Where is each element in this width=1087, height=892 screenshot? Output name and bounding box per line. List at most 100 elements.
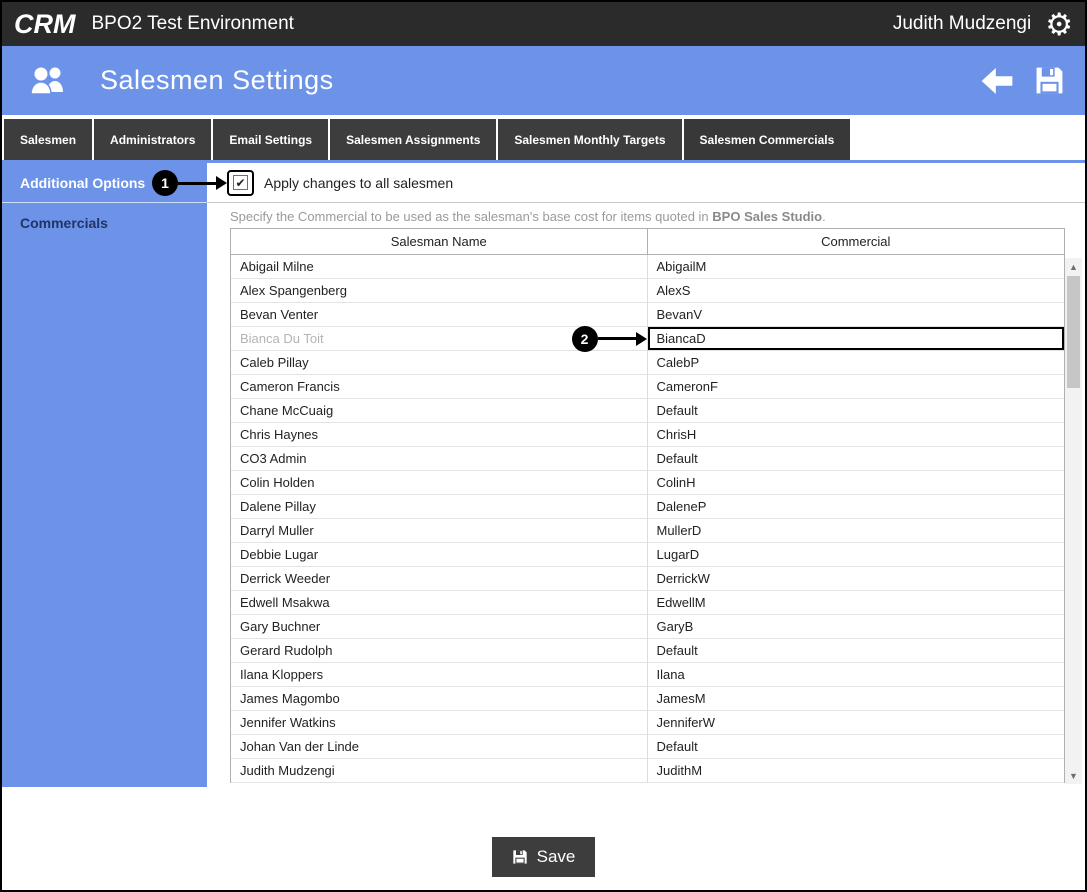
back-arrow-icon[interactable]	[980, 67, 1014, 94]
main-panel: ✔ Apply changes to all salesmen Specify …	[207, 163, 1085, 787]
salesman-name-cell: Alex Spangenberg	[231, 279, 648, 302]
salesman-name-cell: Dalene Pillay	[231, 495, 648, 518]
salesmen-table-body: Abigail Milne AbigailM Alex Spangenberg Ale…	[231, 255, 1064, 783]
table-row: James Magombo JamesM	[231, 687, 1064, 711]
table-row: Colin Holden ColinH	[231, 471, 1064, 495]
table-row: Abigail Milne AbigailM	[231, 255, 1064, 279]
annotation-badge-1: 1	[152, 170, 178, 196]
app-window: CRM BPO2 Test Environment Judith Mudzeng…	[0, 0, 1087, 892]
tab-salesmen-commercials[interactable]: Salesmen Commercials	[683, 119, 851, 160]
salesman-name-cell: Jennifer Watkins	[231, 711, 648, 734]
table-row: Ilana Kloppers Ilana	[231, 663, 1064, 687]
additional-options-row: ✔ Apply changes to all salesmen	[207, 163, 1085, 203]
description-bold: BPO Sales Studio	[712, 209, 823, 224]
scrollbar-track[interactable]	[1065, 388, 1082, 767]
commercial-cell[interactable]: MullerD	[648, 519, 1065, 542]
commercial-cell[interactable]: JudithM	[648, 759, 1065, 782]
commercial-cell[interactable]: CalebP	[648, 351, 1065, 374]
salesman-name-cell: Chris Haynes	[231, 423, 648, 446]
description-text: Specify the Commercial to be used as the…	[230, 209, 713, 224]
commercial-cell[interactable]: AlexS	[648, 279, 1065, 302]
vertical-scrollbar[interactable]: ▲ ▼	[1065, 258, 1082, 784]
tab-salesmen-monthly-targets[interactable]: Salesmen Monthly Targets	[498, 119, 682, 160]
titlebar: CRM BPO2 Test Environment Judith Mudzeng…	[2, 2, 1085, 46]
tab-administrators[interactable]: Administrators	[94, 119, 212, 160]
apply-all-label: Apply changes to all salesmen	[264, 174, 454, 191]
save-icon[interactable]	[1034, 65, 1065, 96]
description-period: .	[822, 209, 826, 224]
commercial-cell[interactable]: EdwellM	[648, 591, 1065, 614]
salesman-name-cell: Derrick Weeder	[231, 567, 648, 590]
salesman-name-cell: Gary Buchner	[231, 615, 648, 638]
commercial-cell[interactable]: Default	[648, 447, 1065, 470]
table-row: Jennifer Watkins JenniferW	[231, 711, 1064, 735]
table-row: Caleb Pillay CalebP	[231, 351, 1064, 375]
annotation-step-1: 1	[152, 170, 227, 196]
table-row: Judith Mudzengi JudithM	[231, 759, 1064, 783]
scroll-down-icon[interactable]: ▼	[1065, 767, 1082, 784]
table-row: Alex Spangenberg AlexS	[231, 279, 1064, 303]
salesman-name-cell: Abigail Milne	[231, 255, 648, 278]
commercial-cell[interactable]: BiancaD	[647, 327, 1064, 350]
commercial-cell[interactable]: Default	[648, 639, 1065, 662]
tab-email-settings[interactable]: Email Settings	[213, 119, 329, 160]
table-row: Derrick Weeder DerrickW	[231, 567, 1064, 591]
footer: Save	[2, 787, 1085, 890]
salesman-name-cell: Gerard Rudolph	[231, 639, 648, 662]
table-row: Bevan Venter BevanV	[231, 303, 1064, 327]
salesman-name-cell: Chane McCuaig	[231, 399, 648, 422]
page-title: Salesmen Settings	[100, 65, 334, 95]
commercial-cell[interactable]: GaryB	[648, 615, 1065, 638]
table-row: Gary Buchner GaryB	[231, 615, 1064, 639]
commercial-cell[interactable]: DerrickW	[648, 567, 1065, 590]
scroll-up-icon[interactable]: ▲	[1065, 258, 1082, 275]
commercial-cell[interactable]: CameronF	[648, 375, 1065, 398]
table-row: Bianca Du Toit BiancaD 2	[231, 325, 1064, 352]
commercials-description: Specify the Commercial to be used as the…	[230, 209, 1085, 224]
scrollbar-thumb[interactable]	[1067, 276, 1080, 388]
salesman-name-cell: Caleb Pillay	[231, 351, 648, 374]
app-header: Salesmen Settings	[2, 46, 1085, 115]
annotation-arrow-head-2	[635, 331, 647, 346]
table-row: Debbie Lugar LugarD	[231, 543, 1064, 567]
annotation-badge-2: 2	[571, 325, 598, 352]
salesmen-commercials-table: Salesman Name Commercial Abigail Milne Ab…	[230, 228, 1065, 783]
sidebar: Additional Options Commercials	[2, 163, 207, 787]
save-button-disk-icon	[512, 850, 527, 864]
annotation-step-2: 2	[571, 325, 647, 352]
commercial-cell[interactable]: Default	[648, 735, 1065, 758]
apply-all-checkbox[interactable]: ✔	[227, 169, 254, 196]
commercial-cell[interactable]: DaleneP	[648, 495, 1065, 518]
commercial-cell[interactable]: BevanV	[648, 303, 1065, 326]
salesman-name-cell: James Magombo	[231, 687, 648, 710]
sidebar-item-commercials[interactable]: Commercials	[2, 203, 207, 243]
save-button[interactable]: Save	[491, 837, 596, 877]
table-header: Salesman Name Commercial	[231, 229, 1064, 255]
save-button-label: Save	[536, 847, 576, 866]
commercial-cell[interactable]: Ilana	[648, 663, 1065, 686]
commercial-cell[interactable]: ColinH	[648, 471, 1065, 494]
table-row: Darryl Muller MullerD	[231, 519, 1064, 543]
salesman-name-cell: Darryl Muller	[231, 519, 648, 542]
table-row: Johan Van der Linde Default	[231, 735, 1064, 759]
column-header-commercial: Commercial	[821, 234, 891, 249]
tab-salesmen-assignments[interactable]: Salesmen Assignments	[330, 119, 497, 160]
commercial-cell[interactable]: JamesM	[648, 687, 1065, 710]
tab-strip: Salesmen Administrators Email Settings Sale…	[2, 115, 1085, 163]
table-row: Edwell Msakwa EdwellM	[231, 591, 1064, 615]
salesman-name-cell: Debbie Lugar	[231, 543, 648, 566]
salesman-name-cell: Judith Mudzengi	[231, 759, 648, 782]
annotation-arrow-head-1	[216, 176, 227, 190]
salesman-name-cell: Cameron Francis	[231, 375, 648, 398]
salesman-name-cell: Edwell Msakwa	[231, 591, 648, 614]
commercial-cell[interactable]: JenniferW	[648, 711, 1065, 734]
commercial-cell[interactable]: AbigailM	[648, 255, 1065, 278]
tab-salesmen[interactable]: Salesmen	[4, 119, 93, 160]
commercial-cell[interactable]: Default	[648, 399, 1065, 422]
commercial-cell[interactable]: LugarD	[648, 543, 1065, 566]
column-header-salesman-name: Salesman Name	[231, 229, 648, 254]
crm-logo: CRM	[14, 8, 76, 39]
salesman-name-cell: Bevan Venter	[231, 303, 648, 326]
commercial-cell[interactable]: ChrisH	[648, 423, 1065, 446]
gear-icon[interactable]: ⚙	[1045, 9, 1073, 40]
